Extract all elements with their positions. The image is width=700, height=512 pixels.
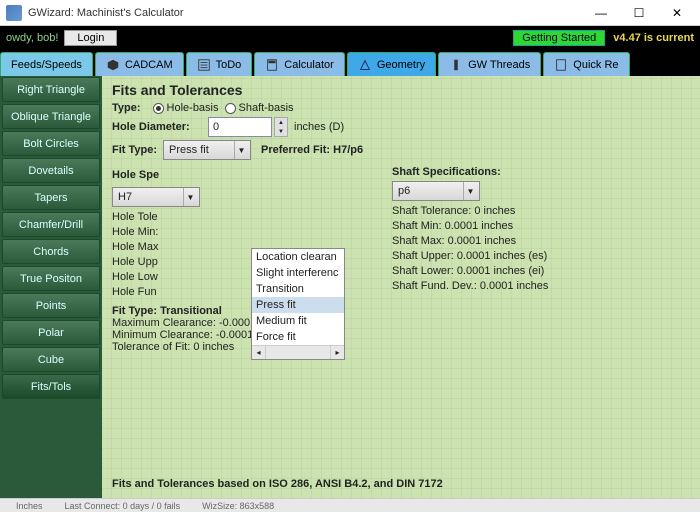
fittype-label: Fit Type:: [112, 144, 157, 156]
hole-diameter-spinner[interactable]: ▲▼: [274, 117, 288, 137]
hole-line: Hole Min:: [112, 226, 392, 238]
status-wizsize: WizSize: 863x588: [202, 501, 274, 511]
window-title: GWizard: Machinist's Calculator: [28, 7, 582, 19]
sidebar-item-right-triangle[interactable]: Right Triangle: [2, 77, 100, 102]
shaft-line: Shaft Min: 0.0001 inches: [392, 220, 690, 232]
sidebar-item-true-position[interactable]: True Positon: [2, 266, 100, 291]
content-panel: Fits and Tolerances Type: Hole-basis Sha…: [102, 76, 700, 498]
holedia-label: Hole Diameter:: [112, 121, 202, 133]
tab-gwthreads[interactable]: GW Threads: [438, 52, 541, 76]
sidebar-item-points[interactable]: Points: [2, 293, 100, 318]
status-connect: Last Connect: 0 days / 0 fails: [65, 501, 181, 511]
sidebar-item-fits-tols[interactable]: Fits/Tols: [2, 374, 100, 399]
dropdown-option[interactable]: Slight interferenc: [252, 265, 344, 281]
summary-line: Tolerance of Fit: 0 inches: [112, 341, 690, 353]
holedia-units: inches (D): [294, 121, 344, 133]
close-button[interactable]: ✕: [658, 2, 696, 24]
cadcam-icon: [106, 58, 120, 72]
fit-type-select[interactable]: Press fit▼: [163, 140, 251, 160]
user-bar: owdy, bob! Login Getting Started v4.47 i…: [0, 26, 700, 50]
shaft-line: Shaft Lower: 0.0001 inches (ei): [392, 265, 690, 277]
geometry-icon: [358, 58, 372, 72]
maximize-button[interactable]: ☐: [620, 2, 658, 24]
page-title: Fits and Tolerances: [112, 82, 690, 98]
shaft-line: Shaft Tolerance: 0 inches: [392, 205, 690, 217]
dropdown-option[interactable]: Transition: [252, 281, 344, 297]
chevron-down-icon: ▼: [234, 141, 248, 159]
sidebar-item-chamfer-drill[interactable]: Chamfer/Drill: [2, 212, 100, 237]
preferred-fit: Preferred Fit: H7/p6: [261, 144, 363, 156]
minimize-button[interactable]: —: [582, 2, 620, 24]
hole-grade-select[interactable]: H7▼: [112, 187, 200, 207]
shaft-line: Shaft Fund. Dev.: 0.0001 inches: [392, 280, 690, 292]
sidebar-item-tapers[interactable]: Tapers: [2, 185, 100, 210]
sidebar-item-oblique-triangle[interactable]: Oblique Triangle: [2, 104, 100, 129]
sidebar-item-cube[interactable]: Cube: [2, 347, 100, 372]
sidebar-item-chords[interactable]: Chords: [2, 239, 100, 264]
scroll-right-icon[interactable]: ▸: [330, 346, 344, 359]
top-tabs: Feeds/Speeds CADCAM ToDo Calculator Geom…: [0, 50, 700, 76]
summary-line: Maximum Clearance: -0.0001 inches (cmax): [112, 317, 690, 329]
tab-todo[interactable]: ToDo: [186, 52, 253, 76]
app-icon: [6, 5, 22, 21]
status-units: Inches: [16, 501, 43, 511]
dropdown-option[interactable]: Medium fit: [252, 313, 344, 329]
footer-note: Fits and Tolerances based on ISO 286, AN…: [112, 478, 443, 490]
calculator-icon: [265, 58, 279, 72]
fit-type-dropdown: Location clearan Slight interferenc Tran…: [251, 248, 345, 360]
dropdown-option[interactable]: Press fit: [252, 297, 344, 313]
sidebar-item-bolt-circles[interactable]: Bolt Circles: [2, 131, 100, 156]
dropdown-option[interactable]: Force fit: [252, 329, 344, 345]
dropdown-scrollbar[interactable]: ◂ ▸: [252, 345, 344, 359]
summary-line: Minimum Clearance: -0.0001 inches (cmin): [112, 329, 690, 341]
sidebar-item-polar[interactable]: Polar: [2, 320, 100, 345]
tab-cadcam[interactable]: CADCAM: [95, 52, 184, 76]
hole-diameter-input[interactable]: 0: [208, 117, 272, 137]
dropdown-option[interactable]: Location clearan: [252, 249, 344, 265]
getting-started-button[interactable]: Getting Started: [513, 30, 605, 46]
tab-calculator[interactable]: Calculator: [254, 52, 345, 76]
type-label: Type:: [112, 102, 141, 114]
summary-line: Fit Type: Transitional: [112, 305, 690, 317]
sidebar-item-dovetails[interactable]: Dovetails: [2, 158, 100, 183]
shaft-line: Shaft Max: 0.0001 inches: [392, 235, 690, 247]
todo-icon: [197, 58, 211, 72]
sidebar: Right Triangle Oblique Triangle Bolt Cir…: [0, 76, 102, 498]
chevron-down-icon: ▼: [183, 188, 197, 206]
tab-geometry[interactable]: Geometry: [347, 52, 436, 76]
threads-icon: [449, 58, 463, 72]
greeting: owdy, bob!: [6, 32, 58, 44]
chevron-down-icon: ▼: [463, 182, 477, 200]
tab-quickref[interactable]: Quick Re: [543, 52, 629, 76]
radio-shaft-basis[interactable]: [225, 103, 236, 114]
hole-spec-label: Hole Spe: [112, 169, 159, 181]
shaft-spec-label: Shaft Specifications:: [392, 166, 690, 178]
titlebar: GWizard: Machinist's Calculator — ☐ ✕: [0, 0, 700, 26]
tab-feeds-speeds[interactable]: Feeds/Speeds: [0, 52, 93, 76]
shaft-line: Shaft Upper: 0.0001 inches (es): [392, 250, 690, 262]
quickref-icon: [554, 58, 568, 72]
hole-line: Hole Tole: [112, 211, 392, 223]
radio-hole-basis[interactable]: [153, 103, 164, 114]
login-button[interactable]: Login: [64, 30, 117, 46]
scroll-left-icon[interactable]: ◂: [252, 346, 266, 359]
status-bar: Inches Last Connect: 0 days / 0 fails Wi…: [0, 498, 700, 512]
shaft-grade-select[interactable]: p6▼: [392, 181, 480, 201]
version-label: v4.47 is current: [613, 32, 694, 44]
